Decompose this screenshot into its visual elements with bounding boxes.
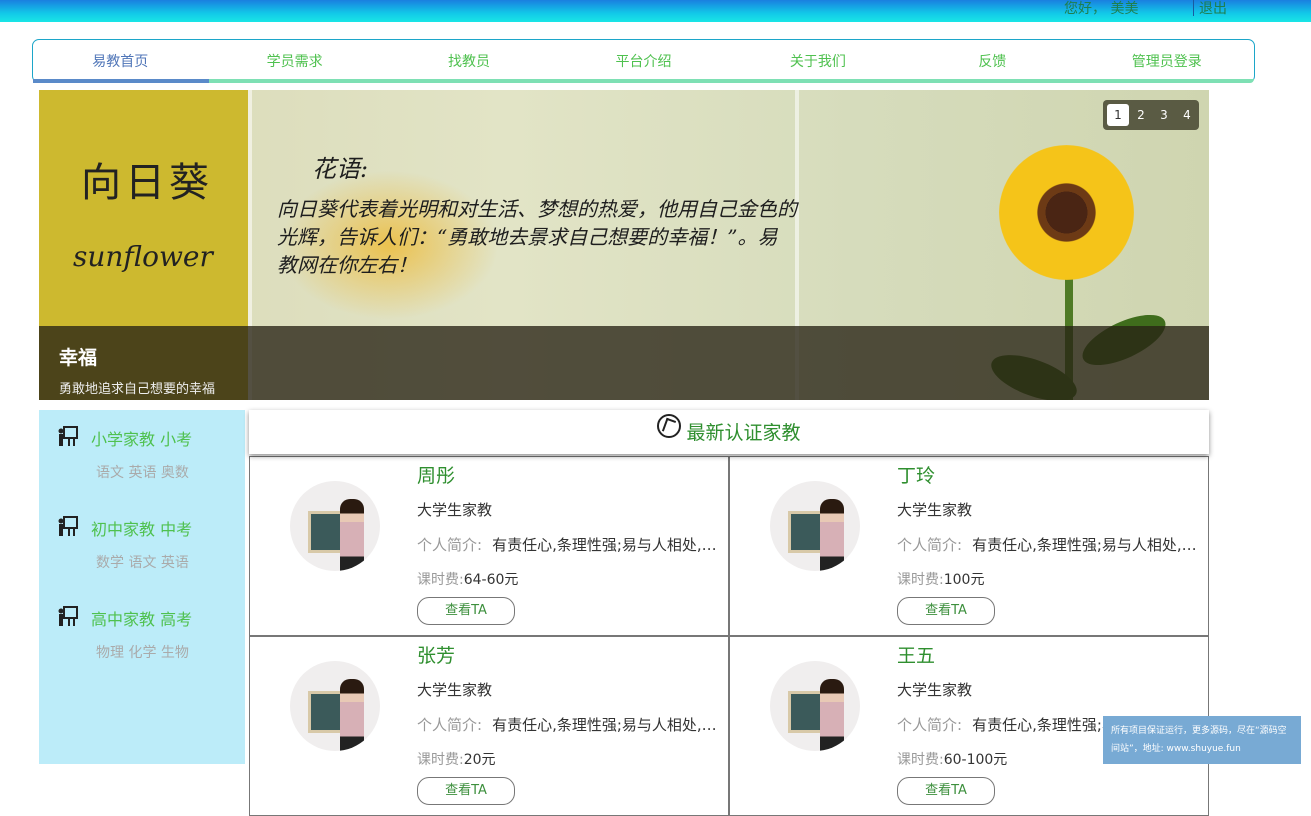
nav-item-2[interactable]: 找教员 xyxy=(382,40,556,82)
user-greeting: 您好， 美美 xyxy=(1064,1,1139,17)
intro-label: 个人简介: xyxy=(417,716,483,734)
fee-label: 课时费: xyxy=(417,572,464,588)
pager-dot-2[interactable]: 2 xyxy=(1130,104,1152,126)
poem-body: 向日葵代表着光明和对生活、梦想的热爱，他用自己金色的光辉，告诉人们：“勇敢地去景… xyxy=(277,197,797,277)
category-sidebar: 小学家教 小考语文 英语 奥数初中家教 中考数学 语文 英语高中家教 高考物理 … xyxy=(39,410,245,764)
nav-item-6[interactable]: 管理员登录 xyxy=(1080,40,1254,82)
category-title[interactable]: 初中家教 中考 xyxy=(91,516,192,540)
fee-label: 课时费: xyxy=(897,752,944,768)
category-title[interactable]: 小学家教 小考 xyxy=(91,426,192,450)
tutor-card: 丁玲大学生家教个人简介: 有责任心,条理性强;易与人相处,善于沟通课时费:100元… xyxy=(729,456,1209,636)
tutor-avatar[interactable] xyxy=(290,481,380,571)
tutor-name[interactable]: 周彤 xyxy=(417,461,455,488)
banner-poem: 花语: 向日葵代表着光明和对生活、梦想的热爱，他用自己金色的光辉，告诉人们：“勇… xyxy=(277,155,797,279)
fee-value: 20元 xyxy=(463,752,496,768)
intro-text: 有责任心,条理性强;易与人相处,善于沟通 xyxy=(492,716,717,734)
fee-value: 60-100元 xyxy=(943,752,1008,768)
tutor-intro: 个人简介: 有责任心,条理性强;易与人相处,善于沟通 xyxy=(897,534,1197,555)
tutor-card: 张芳大学生家教个人简介: 有责任心,条理性强;易与人相处,善于沟通课时费:20元查… xyxy=(249,636,729,816)
banner-left-subtitle: sunflower xyxy=(73,240,213,273)
sunflower-image xyxy=(999,145,1134,280)
category-title[interactable]: 高中家教 高考 xyxy=(91,606,192,630)
notice-popup: 所有项目保证运行，更多源码，尽在“源码空间站”，地址: www.shuyue.f… xyxy=(1103,716,1301,764)
intro-label: 个人简介: xyxy=(897,716,963,734)
tutor-card: 周彤大学生家教个人简介: 有责任心,条理性强;易与人相处,善于沟通课时费:64-6… xyxy=(249,456,729,636)
tutor-type: 大学生家教 xyxy=(417,681,493,699)
tutor-fee: 课时费:60-100元 xyxy=(897,749,1007,769)
section-title: 最新认证家教 xyxy=(686,422,801,444)
intro-text: 有责任心,条理性强;易与人相处,善于沟通 xyxy=(972,536,1197,554)
tutor-type: 大学生家教 xyxy=(897,501,973,519)
topbar-divider xyxy=(1193,0,1194,16)
category-subjects[interactable]: 数学 语文 英语 xyxy=(96,552,189,572)
poem-heading: 花语: xyxy=(312,155,369,183)
hero-carousel[interactable]: 向日葵 sunflower 花语: 向日葵代表着光明和对生活、梦想的热爱，他用自… xyxy=(39,90,1209,400)
logout-link[interactable]: 退出 xyxy=(1199,0,1227,18)
view-tutor-button[interactable]: 查看TA xyxy=(897,597,995,625)
banner-caption: 幸福 勇敢地追求自己想要的幸福 xyxy=(39,326,1209,400)
teacher-board-icon xyxy=(58,516,78,536)
tutor-avatar[interactable] xyxy=(770,661,860,751)
intro-text: 有责任心,条理性强;易与人相处,善于沟通 xyxy=(492,536,717,554)
tutor-type: 大学生家教 xyxy=(417,501,493,519)
tutor-intro: 个人简介: 有责任心,条理性强;易与人相处,善于沟通 xyxy=(417,534,717,555)
intro-label: 个人简介: xyxy=(417,536,483,554)
tutor-name[interactable]: 张芳 xyxy=(417,641,455,668)
tutor-name[interactable]: 丁玲 xyxy=(897,461,935,488)
tutor-avatar[interactable] xyxy=(290,661,380,751)
pager-dot-4[interactable]: 4 xyxy=(1176,104,1198,126)
nav-item-1[interactable]: 学员需求 xyxy=(207,40,381,82)
category-subjects[interactable]: 物理 化学 生物 xyxy=(96,642,189,662)
tutor-name[interactable]: 王五 xyxy=(897,641,935,668)
category-item[interactable]: 小学家教 小考语文 英语 奥数 xyxy=(39,410,245,500)
pager-dot-1[interactable]: 1 xyxy=(1107,104,1129,126)
view-tutor-button[interactable]: 查看TA xyxy=(417,777,515,805)
tutor-list: 最新认证家教 周彤大学生家教个人简介:有责任心,条理性强;易与人相处,善于沟通课… xyxy=(249,410,1209,816)
banner-left-title: 向日葵 xyxy=(81,160,213,206)
category-item[interactable]: 初中家教 中考数学 语文 英语 xyxy=(39,500,245,590)
nav-item-5[interactable]: 反馈 xyxy=(905,40,1079,82)
tutor-type: 大学生家教 xyxy=(897,681,973,699)
nav-item-3[interactable]: 平台介绍 xyxy=(556,40,730,82)
tutor-avatar[interactable] xyxy=(770,481,860,571)
nav-underline xyxy=(33,79,1254,83)
caption-subtitle: 勇敢地追求自己想要的幸福 xyxy=(59,382,216,397)
tutor-fee: 课时费:20元 xyxy=(417,749,496,769)
view-tutor-button[interactable]: 查看TA xyxy=(417,597,515,625)
fee-value: 64-60元 xyxy=(463,572,519,588)
top-bar: 您好， 美美 退出 xyxy=(0,0,1311,22)
main-nav: 易教首页 学员需求 找教员 平台介绍 关于我们 反馈 管理员登录 xyxy=(32,39,1255,83)
fee-value: 100元 xyxy=(943,572,985,588)
caption-title: 幸福 xyxy=(59,347,98,369)
site-logo-icon xyxy=(657,414,682,438)
fee-label: 课时费: xyxy=(897,572,944,588)
teacher-board-icon xyxy=(58,606,78,626)
nav-active-indicator xyxy=(33,79,209,83)
nav-item-4[interactable]: 关于我们 xyxy=(731,40,905,82)
tutor-fee: 课时费:64-60元 xyxy=(417,569,518,589)
teacher-board-icon xyxy=(58,426,78,446)
tutor-fee: 课时费:100元 xyxy=(897,569,984,589)
view-tutor-button[interactable]: 查看TA xyxy=(897,777,995,805)
intro-label: 个人简介: xyxy=(897,536,963,554)
pager-dot-3[interactable]: 3 xyxy=(1153,104,1175,126)
section-header: 最新认证家教 xyxy=(249,410,1209,454)
carousel-pager: 1234 xyxy=(1103,100,1199,130)
tutor-intro: 个人简介: 有责任心,条理性强;易与人相处,善于沟通 xyxy=(417,714,717,735)
category-item[interactable]: 高中家教 高考物理 化学 生物 xyxy=(39,590,245,680)
category-subjects[interactable]: 语文 英语 奥数 xyxy=(96,462,189,482)
nav-item-0[interactable]: 易教首页 xyxy=(33,40,207,82)
fee-label: 课时费: xyxy=(417,752,464,768)
